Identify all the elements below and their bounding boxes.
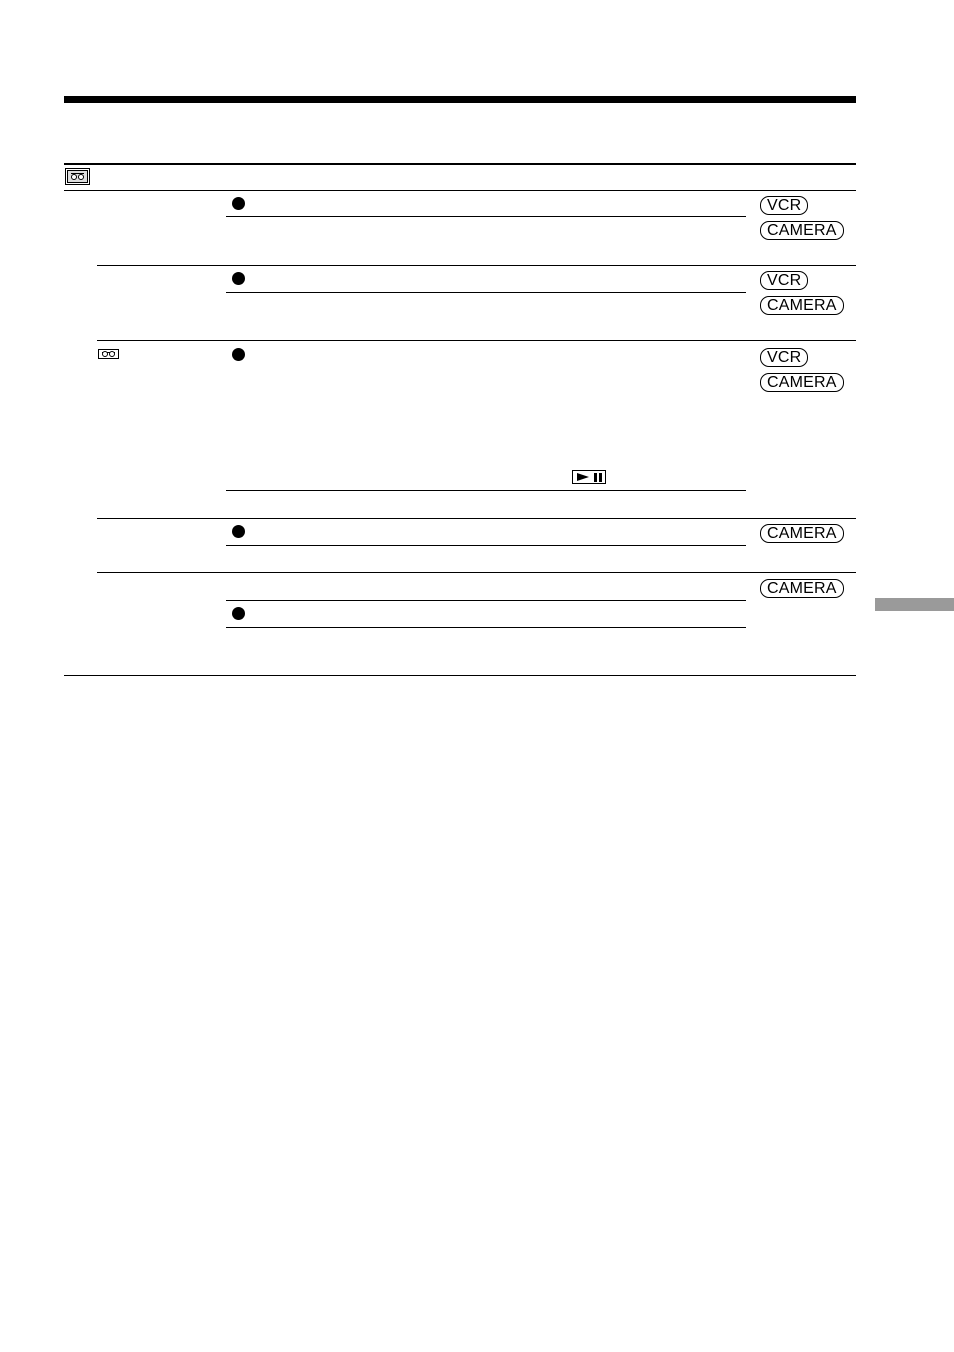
chapter-index-tab (875, 598, 954, 611)
option-divider (226, 216, 746, 217)
cassette-tape-icon (98, 349, 119, 359)
pause-bar (599, 473, 602, 482)
mode-badge-vcr: VCR (760, 271, 809, 290)
mode-badge-vcr: VCR (760, 196, 809, 215)
tape-reel-left (102, 351, 108, 357)
tape-reel-right (109, 351, 115, 357)
mode-badge-camera: CAMERA (760, 296, 844, 315)
mode-badge-camera: CAMERA (760, 579, 844, 598)
option-divider (226, 490, 746, 491)
row-divider (97, 518, 856, 519)
mode-badge-camera: CAMERA (760, 221, 844, 240)
pause-bar (594, 473, 597, 482)
default-dot-icon (232, 525, 245, 538)
mode-badge-vcr: VCR (760, 348, 809, 367)
option-divider (226, 292, 746, 293)
row-divider (97, 572, 856, 573)
table-top-rule (64, 163, 856, 165)
row-divider (97, 340, 856, 341)
default-dot-icon (232, 197, 245, 210)
tape-reel-right (78, 173, 84, 180)
default-dot-icon (232, 348, 245, 361)
row-divider (97, 265, 856, 266)
option-divider (226, 627, 746, 628)
table-bottom-rule (64, 675, 856, 676)
option-divider (226, 545, 746, 546)
page-top-rule (64, 96, 856, 103)
cassette-tape-icon (65, 168, 90, 185)
mode-badge-camera: CAMERA (760, 373, 844, 392)
default-dot-icon (232, 272, 245, 285)
table-header-rule (64, 190, 856, 191)
default-dot-icon (232, 607, 245, 620)
option-divider (226, 600, 746, 601)
play-triangle (577, 473, 589, 481)
mode-badge-camera: CAMERA (760, 524, 844, 543)
play-pause-icon (572, 470, 606, 484)
tape-reel-left (71, 173, 77, 180)
